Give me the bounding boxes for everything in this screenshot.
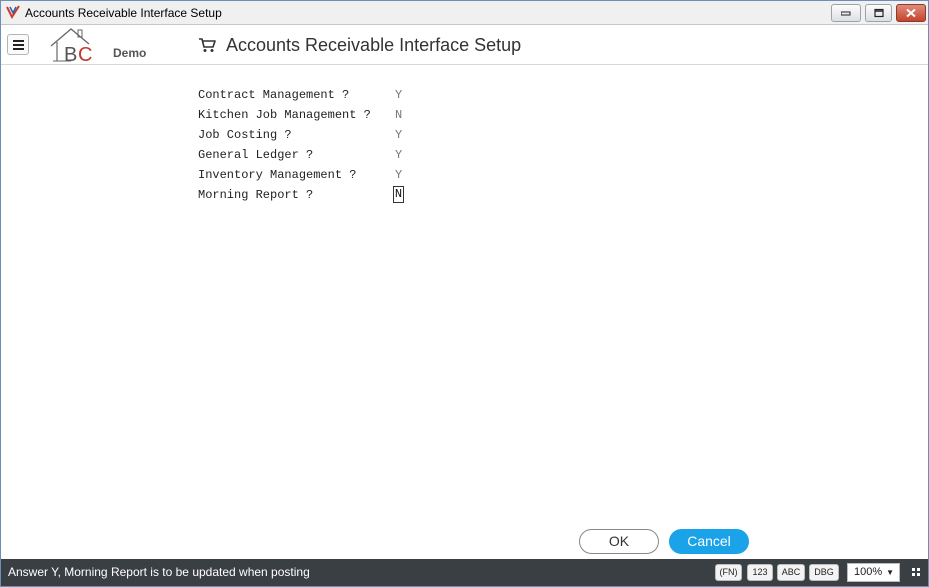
contract-management-value[interactable]: Y <box>395 88 402 102</box>
interface-setup-form: Contract Management ? Y Kitchen Job Mana… <box>1 65 928 525</box>
maximize-button[interactable] <box>865 4 892 22</box>
field-label: Contract Management ? <box>198 88 350 102</box>
contract-management-row: Contract Management ? Y <box>198 86 418 104</box>
minimize-button[interactable] <box>831 4 861 22</box>
debug-button[interactable]: DBG <box>809 564 839 581</box>
ok-button[interactable]: OK <box>579 529 659 554</box>
inventory-management-row: Inventory Management ? Y <box>198 166 418 184</box>
close-button[interactable] <box>896 4 926 22</box>
morning-report-row: Morning Report ? N <box>198 186 418 204</box>
inventory-management-value[interactable]: Y <box>395 168 402 182</box>
hamburger-icon <box>13 40 24 50</box>
page-title: Accounts Receivable Interface Setup <box>226 35 522 55</box>
cart-icon <box>199 38 216 52</box>
field-label: Inventory Management ? <box>198 168 357 182</box>
morning-report-input[interactable]: N <box>393 186 404 203</box>
maximize-icon <box>873 8 884 18</box>
numeric-mode-button[interactable]: 123 <box>747 564 773 581</box>
app-header: B C Demo Accounts Receivable Interface S… <box>1 25 928 65</box>
minimize-icon <box>841 11 851 16</box>
cancel-button[interactable]: Cancel <box>669 529 749 554</box>
menu-button[interactable] <box>7 34 29 55</box>
zoom-value: 100% <box>854 566 883 578</box>
kitchen-job-management-row: Kitchen Job Management ? N <box>198 106 418 124</box>
job-costing-row: Job Costing ? Y <box>198 126 418 144</box>
field-label: Morning Report ? <box>198 188 314 202</box>
field-label: Job Costing ? <box>198 128 292 142</box>
zoom-select[interactable]: 100% ▼ <box>847 563 900 582</box>
close-icon <box>906 8 916 18</box>
job-costing-value[interactable]: Y <box>395 128 402 142</box>
app-logo-icon <box>6 5 20 19</box>
svg-text:B: B <box>64 44 77 64</box>
status-bar: Answer Y, Morning Report is to be update… <box>1 559 928 586</box>
app-window: Accounts Receivable Interface Setup B C <box>0 0 929 587</box>
fn-key-button[interactable]: (FN) <box>715 564 742 581</box>
field-label: Kitchen Job Management ? <box>198 108 371 122</box>
status-message: Answer Y, Morning Report is to be update… <box>8 565 310 579</box>
company-logo: B C <box>50 28 92 64</box>
alpha-mode-button[interactable]: ABC <box>777 564 805 581</box>
logo-text: Demo <box>113 46 147 60</box>
field-label: General Ledger ? <box>198 148 314 162</box>
title-bar: Accounts Receivable Interface Setup <box>1 1 928 25</box>
general-ledger-value[interactable]: Y <box>395 148 402 162</box>
kitchen-job-management-value[interactable]: N <box>395 108 402 122</box>
grid-icon[interactable] <box>912 568 920 576</box>
general-ledger-row: General Ledger ? Y <box>198 146 418 164</box>
window-title: Accounts Receivable Interface Setup <box>25 6 222 20</box>
chevron-down-icon: ▼ <box>886 568 894 577</box>
svg-text:C: C <box>78 44 92 64</box>
